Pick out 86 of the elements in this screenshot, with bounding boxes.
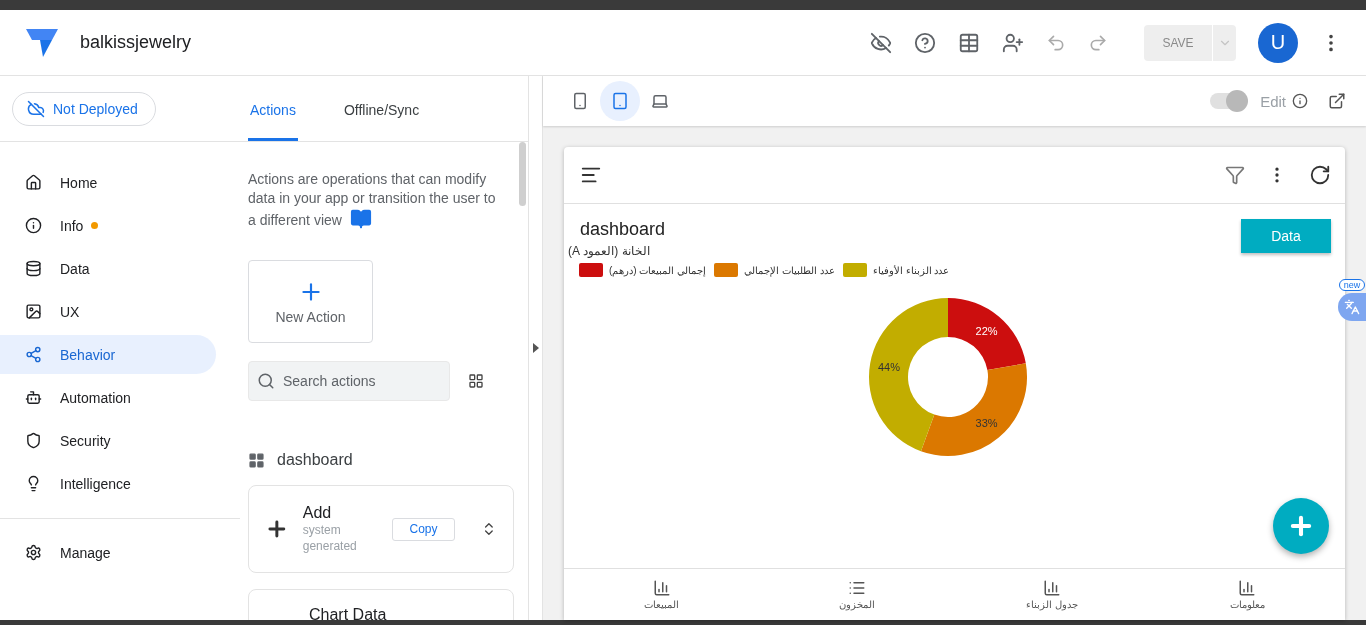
- bottom-nav-item[interactable]: معلومات: [1149, 569, 1345, 620]
- new-action-button[interactable]: New Action: [248, 260, 373, 343]
- grid-icon: [468, 373, 484, 389]
- slice-label: 33%: [975, 416, 998, 429]
- filter-icon[interactable]: [1225, 165, 1245, 185]
- book-icon[interactable]: [349, 208, 372, 230]
- action-card[interactable]: Add system generated Copy: [248, 485, 514, 573]
- open-external-icon[interactable]: [1328, 92, 1346, 110]
- action-name: Add: [302, 504, 333, 522]
- scrollbar-thumb[interactable]: [519, 142, 526, 206]
- nav-label: Behavior: [60, 346, 116, 363]
- phone-icon: [571, 92, 589, 110]
- add-user-icon[interactable]: [1002, 31, 1024, 54]
- chart-icon: [652, 579, 671, 597]
- bottom-nav-item[interactable]: جدول الزبناء: [954, 569, 1150, 620]
- laptop-icon: [651, 92, 669, 110]
- deploy-status: Not Deployed: [53, 100, 138, 117]
- list-icon: [847, 579, 866, 597]
- edit-toggle[interactable]: [1210, 93, 1247, 109]
- tablet-icon: [611, 92, 629, 110]
- nav-label: Automation: [60, 389, 131, 406]
- search-field[interactable]: Search actions: [248, 361, 450, 401]
- nav-item[interactable]: Manage: [0, 533, 216, 572]
- nav-icon: [25, 544, 42, 561]
- bottom-nav-label: معلومات: [1229, 599, 1265, 610]
- nav-item[interactable]: Behavior: [0, 335, 216, 374]
- app-name: balkissjewelry: [80, 32, 192, 53]
- table-icon[interactable]: [958, 31, 980, 54]
- action-name: Chart Data: [309, 606, 387, 620]
- nav-label: Manage: [60, 544, 111, 561]
- action-note: system generated: [302, 522, 358, 554]
- nav-item[interactable]: Data: [0, 249, 216, 288]
- nav-label: UX: [60, 303, 80, 320]
- bottom-nav-item[interactable]: المبيعات: [564, 569, 760, 620]
- edit-label: Edit: [1260, 92, 1286, 110]
- nav-item[interactable]: Security: [0, 421, 216, 460]
- search-icon: [257, 372, 275, 390]
- tab[interactable]: Offline/Sync: [341, 76, 422, 141]
- user-avatar[interactable]: U: [1258, 22, 1298, 63]
- refresh-icon[interactable]: [1309, 164, 1331, 186]
- new-badge: new: [1338, 279, 1366, 291]
- nav-label: Security: [60, 432, 111, 449]
- help-icon[interactable]: [914, 31, 936, 54]
- bottom-nav-item[interactable]: المخزون: [759, 569, 955, 620]
- slice-label: 44%: [877, 360, 900, 373]
- chart-title: الخانة (العمود A): [568, 244, 650, 258]
- nav-icon: [25, 432, 42, 449]
- tab[interactable]: Actions: [248, 76, 298, 141]
- translate-icon: [1344, 299, 1360, 315]
- nav-icon: [25, 346, 42, 363]
- nav-icon: [25, 174, 42, 191]
- nav-icon: [25, 389, 42, 406]
- collapse-arrow-icon[interactable]: [532, 343, 539, 353]
- copy-button[interactable]: Copy: [391, 517, 456, 541]
- group-title: dashboard: [277, 451, 353, 469]
- slice-label: 22%: [975, 325, 998, 338]
- nav-label: Info: [60, 217, 84, 234]
- bottom-nav-label: المبيعات: [644, 599, 680, 610]
- grid-view-button[interactable]: [468, 373, 484, 389]
- nav-item[interactable]: Home: [0, 163, 216, 202]
- info-icon[interactable]: [1292, 93, 1308, 109]
- view-icon: [248, 451, 265, 469]
- nav-item[interactable]: Info: [0, 206, 216, 245]
- legend-label: إجمالي المبيعات (درهم): [609, 264, 707, 276]
- nav-item[interactable]: UX: [0, 292, 216, 331]
- tablet-view-button[interactable]: [600, 81, 640, 121]
- nav-icon: [25, 303, 42, 320]
- add-fab[interactable]: [1273, 498, 1329, 554]
- bottom-nav-label: جدول الزبناء: [1026, 599, 1078, 610]
- logo-icon: [26, 28, 58, 57]
- nav-item[interactable]: Automation: [0, 378, 216, 417]
- bottom-nav-label: المخزون: [838, 599, 875, 610]
- description-text: Actions are operations that can modify data in your app or transition the user to a different view: [248, 170, 497, 230]
- preview-hide-icon[interactable]: [870, 31, 892, 54]
- nav-icon: [25, 260, 42, 277]
- nav-item[interactable]: Intelligence: [0, 464, 216, 503]
- nav-icon: [25, 217, 42, 234]
- legend-label: عدد الزبناء الأوفياء: [872, 264, 950, 276]
- chart-icon: [1043, 579, 1062, 597]
- nav-label: Data: [60, 260, 90, 277]
- chart-icon: [1238, 579, 1257, 597]
- nav-label: Intelligence: [60, 475, 131, 492]
- nav-label: Home: [60, 174, 98, 191]
- legend-label: عدد الطلبيات الإجمالي: [744, 264, 835, 276]
- view-title: dashboard: [580, 219, 666, 240]
- not-deployed-icon: [27, 99, 45, 118]
